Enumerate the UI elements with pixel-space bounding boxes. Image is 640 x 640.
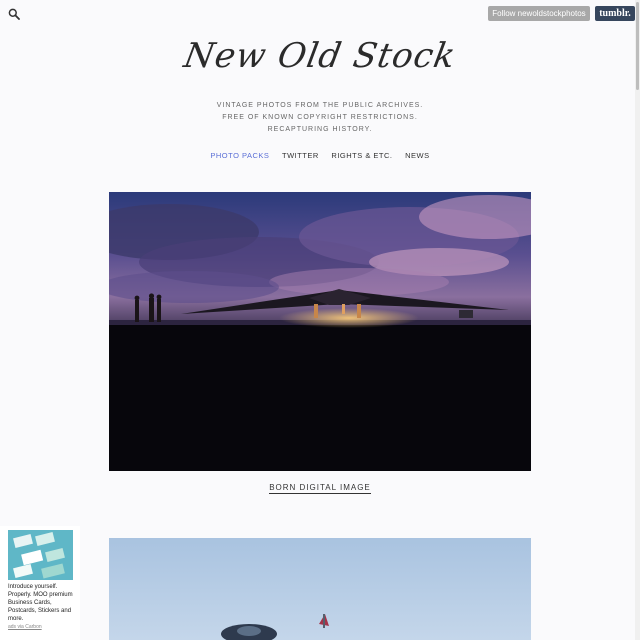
ad-text[interactable]: Introduce yourself. Properly. MOO premiu…	[8, 583, 74, 623]
nav-item-rights[interactable]: RIGHTS & ETC.	[331, 151, 392, 160]
ad-via-link[interactable]: ads via Carbon	[8, 624, 42, 630]
site-tagline: VINTAGE PHOTOS FROM THE PUBLIC ARCHIVES.…	[0, 100, 640, 136]
post-caption[interactable]: BORN DIGITAL IMAGE	[0, 483, 640, 494]
site-title[interactable]: New Old Stock	[0, 36, 640, 76]
tumblr-logo-button[interactable]: tumblr.	[595, 6, 635, 21]
tagline-line: VINTAGE PHOTOS FROM THE PUBLIC ARCHIVES.	[216, 102, 424, 109]
search-icon[interactable]	[8, 8, 20, 20]
main-nav: PHOTO PACKS TWITTER RIGHTS & ETC. NEWS	[0, 151, 640, 160]
tagline-line: FREE OF KNOWN COPYRIGHT RESTRICTIONS.	[222, 114, 418, 121]
tagline-line: RECAPTURING HISTORY.	[267, 126, 373, 133]
nav-item-twitter[interactable]: TWITTER	[282, 151, 319, 160]
post-caption-link[interactable]: BORN DIGITAL IMAGE	[269, 483, 371, 494]
nav-item-photo-packs[interactable]: PHOTO PACKS	[210, 151, 269, 160]
post-photo[interactable]	[109, 538, 531, 640]
follow-button[interactable]: Follow newoldstockphotos	[488, 6, 590, 21]
scrollbar[interactable]	[635, 0, 640, 640]
nav-item-news[interactable]: NEWS	[405, 151, 430, 160]
sidebar-ad[interactable]: Introduce yourself. Properly. MOO premiu…	[0, 526, 80, 640]
post-photo[interactable]	[109, 192, 531, 471]
ad-image[interactable]	[8, 530, 73, 580]
